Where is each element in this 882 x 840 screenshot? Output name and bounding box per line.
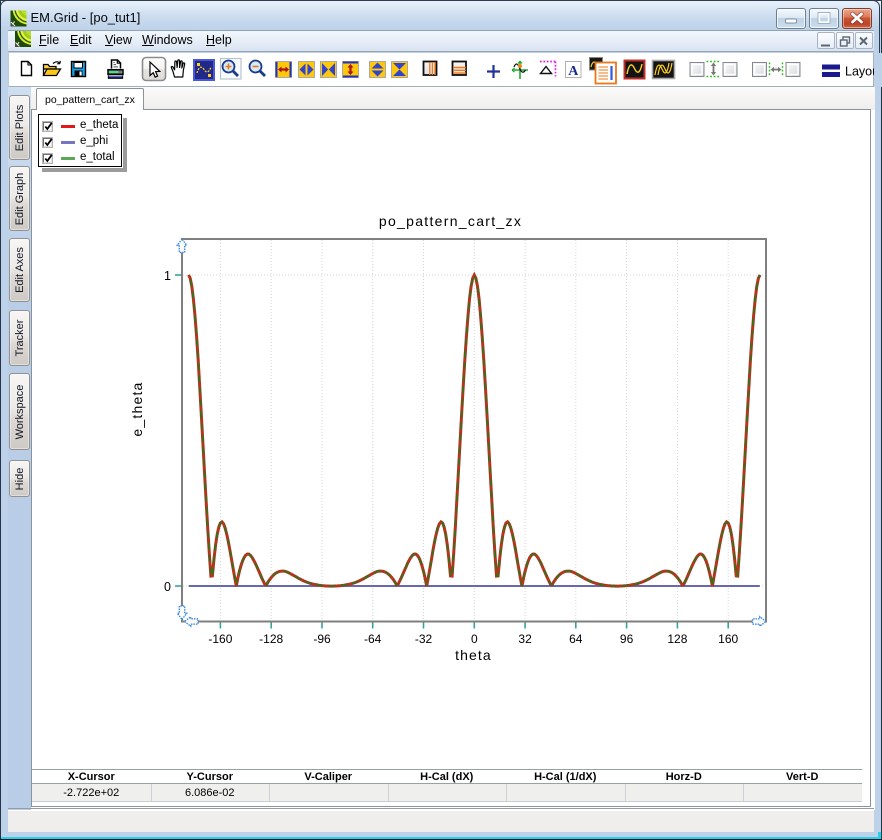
svg-text:theta: theta (455, 647, 492, 663)
svg-text:-96: -96 (313, 632, 331, 646)
svg-text:0: 0 (471, 632, 478, 646)
svg-text:-128: -128 (259, 632, 283, 646)
svg-text:96: 96 (620, 632, 634, 646)
svg-text:A: A (568, 64, 579, 79)
svg-text:po_pattern_cart_zx: po_pattern_cart_zx (379, 213, 522, 229)
svg-text:160: 160 (718, 632, 738, 646)
svg-text:128: 128 (667, 632, 687, 646)
svg-text:32: 32 (518, 632, 532, 646)
svg-text:-160: -160 (208, 632, 232, 646)
svg-text:0: 0 (164, 580, 171, 594)
svg-text:64: 64 (569, 632, 583, 646)
svg-text:1: 1 (164, 269, 171, 283)
svg-text:e_theta: e_theta (129, 381, 145, 436)
svg-text:-64: -64 (364, 632, 382, 646)
svg-text:-32: -32 (415, 632, 433, 646)
